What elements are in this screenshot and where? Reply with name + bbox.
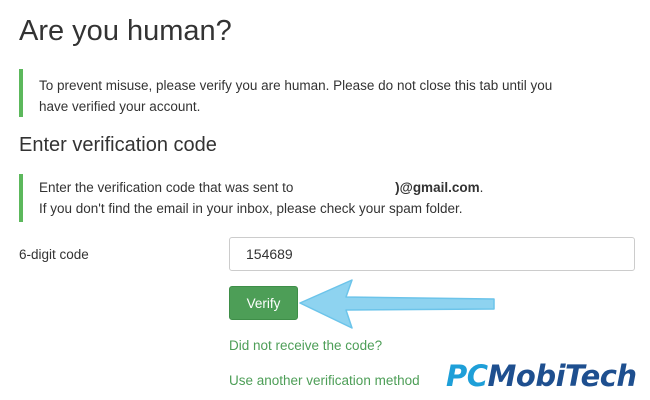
code-label: 6-digit code xyxy=(19,247,89,262)
watermark-logo: PCMobiTech xyxy=(446,356,637,396)
intro-callout: To prevent misuse, please verify you are… xyxy=(19,69,579,117)
verification-info-callout: Enter the verification code that was sen… xyxy=(19,174,579,222)
info-prefix: Enter the verification code that was sen… xyxy=(39,180,298,195)
watermark-part-2: MobiTech xyxy=(487,359,638,393)
alternate-method-link[interactable]: Use another verification method xyxy=(229,372,420,390)
section-title: Enter verification code xyxy=(19,134,217,156)
intro-text: To prevent misuse, please verify you are… xyxy=(39,78,553,114)
info-period: . xyxy=(479,180,484,195)
arrow-annotation xyxy=(299,279,495,329)
code-input[interactable] xyxy=(229,237,635,271)
email-address: )@gmail.com xyxy=(395,180,480,195)
info-line-1: Enter the verification code that was sen… xyxy=(39,177,579,198)
info-line-2: If you don't find the email in your inbo… xyxy=(39,201,463,216)
page-title: Are you human? xyxy=(19,15,232,47)
resend-code-link[interactable]: Did not receive the code? xyxy=(229,337,382,355)
watermark-part-1: PC xyxy=(446,359,488,393)
verify-button[interactable]: Verify xyxy=(229,286,298,320)
